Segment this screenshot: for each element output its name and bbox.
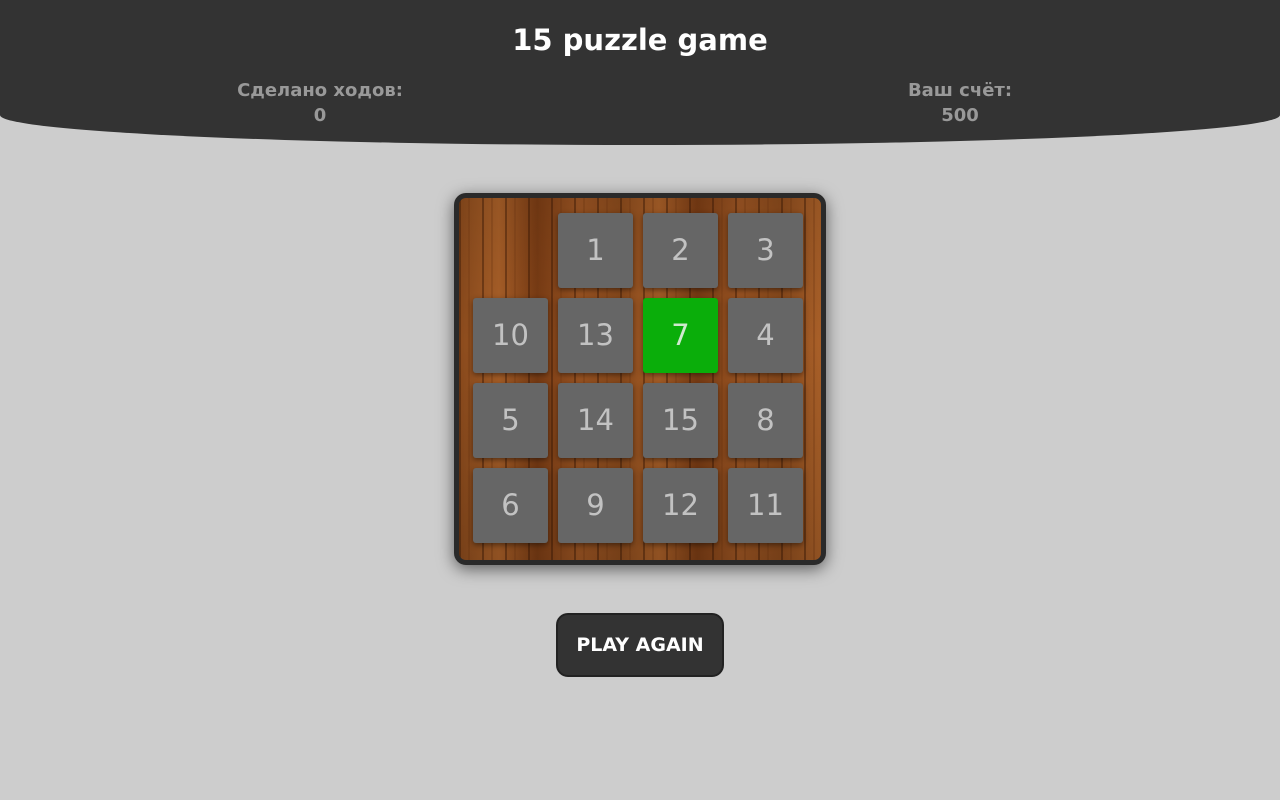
puzzle-tile-12[interactable]: 12 — [643, 468, 718, 543]
page-title: 15 puzzle game — [512, 23, 768, 57]
score-display: Ваш счёт: 500 — [830, 78, 1090, 128]
puzzle-tile-14[interactable]: 14 — [558, 383, 633, 458]
puzzle-tile-10[interactable]: 10 — [473, 298, 548, 373]
puzzle-tile-5[interactable]: 5 — [473, 383, 548, 458]
puzzle-tile-8[interactable]: 8 — [728, 383, 803, 458]
puzzle-tile-15[interactable]: 15 — [643, 383, 718, 458]
moves-value: 0 — [313, 105, 327, 126]
puzzle-board: 1 2 3 10 13 7 4 5 14 15 8 6 9 12 11 — [454, 193, 826, 565]
moves-label: Сделано ходов: — [237, 80, 403, 101]
score-value: 500 — [941, 105, 979, 126]
puzzle-tile-2[interactable]: 2 — [643, 213, 718, 288]
header-bar: 15 puzzle game Сделано ходов: 0 Ваш счёт… — [0, 0, 1280, 145]
score-label: Ваш счёт: — [907, 80, 1013, 101]
play-again-button[interactable]: PLAY AGAIN — [556, 613, 724, 677]
puzzle-tile-1[interactable]: 1 — [558, 213, 633, 288]
moves-counter: Сделано ходов: 0 — [190, 78, 450, 128]
puzzle-tile-6[interactable]: 6 — [473, 468, 548, 543]
puzzle-tile-3[interactable]: 3 — [728, 213, 803, 288]
puzzle-tile-13[interactable]: 13 — [558, 298, 633, 373]
puzzle-tile-9[interactable]: 9 — [558, 468, 633, 543]
puzzle-tile-11[interactable]: 11 — [728, 468, 803, 543]
puzzle-tile-4[interactable]: 4 — [728, 298, 803, 373]
puzzle-tile-7[interactable]: 7 — [643, 298, 718, 373]
